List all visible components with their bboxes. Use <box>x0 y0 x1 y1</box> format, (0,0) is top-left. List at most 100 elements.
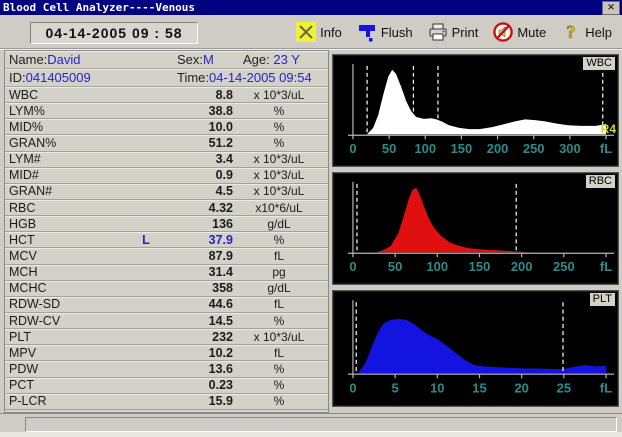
param-value: 0.9 <box>155 168 233 182</box>
table-row: MPV 10.2 fL <box>5 345 328 361</box>
table-row: RDW-SD 44.6 fL <box>5 297 328 313</box>
table-row: MID# 0.9 x 10*3/uL <box>5 168 328 184</box>
param-value: 3.4 <box>155 152 233 166</box>
info-label: Info <box>320 25 342 40</box>
svg-text:0: 0 <box>349 380 356 395</box>
table-row: RBC 4.32 x10*6/uL <box>5 200 328 216</box>
sex-value: M <box>203 52 214 67</box>
wbc-region-label: R4 <box>601 122 616 136</box>
param-label: HGB <box>9 217 137 231</box>
flush-label: Flush <box>381 25 413 40</box>
rbc-chart-label: RBC <box>585 174 616 189</box>
param-unit: x 10*3/uL <box>233 184 325 198</box>
svg-text:100: 100 <box>426 259 448 274</box>
param-unit: fL <box>233 346 325 360</box>
param-value: 15.9 <box>155 394 233 408</box>
svg-text:0: 0 <box>349 259 356 274</box>
param-unit: % <box>233 104 325 118</box>
table-row: RDW-CV 14.5 % <box>5 313 328 329</box>
rbc-plot: 050100150200250fL <box>333 173 618 284</box>
table-row: MCV 87.9 fL <box>5 248 328 264</box>
table-row: PLT 232 x 10*3/uL <box>5 329 328 345</box>
param-label: PCT <box>9 378 137 392</box>
param-label: MCV <box>9 249 137 263</box>
param-label: MPV <box>9 346 137 360</box>
param-value: 44.6 <box>155 297 233 311</box>
param-unit: % <box>233 378 325 392</box>
param-unit: x 10*3/uL <box>233 152 325 166</box>
svg-text:10: 10 <box>430 380 444 395</box>
name-field: Name:David <box>9 51 81 68</box>
svg-text:150: 150 <box>451 141 473 156</box>
param-value: 4.5 <box>155 184 233 198</box>
param-value: 10.2 <box>155 346 233 360</box>
table-row: MCHC 358 g/dL <box>5 281 328 297</box>
print-icon <box>428 22 448 42</box>
status-message-area <box>25 417 617 432</box>
param-value: 136 <box>155 217 233 231</box>
results-table: WBC 8.8 x 10*3/uL LYM% 38.8 % MID% 10.0 … <box>5 87 328 412</box>
param-value: 37.9 <box>155 233 233 247</box>
plt-histogram: PLT 0510152025fL <box>332 290 619 407</box>
flush-button[interactable]: Flush <box>357 22 413 42</box>
svg-text:200: 200 <box>487 141 509 156</box>
help-label: Help <box>585 25 612 40</box>
svg-text:25: 25 <box>557 380 571 395</box>
age-field: Age: 23 Y <box>243 51 300 68</box>
table-row: PCT 0.23 % <box>5 378 328 394</box>
param-label: MID% <box>9 120 137 134</box>
param-value: 358 <box>155 281 233 295</box>
print-label: Print <box>452 25 479 40</box>
param-label: HCT <box>9 233 137 247</box>
param-value: 14.5 <box>155 314 233 328</box>
param-unit: x 10*3/uL <box>233 330 325 344</box>
table-row: GRAN# 4.5 x 10*3/uL <box>5 184 328 200</box>
param-label: WBC <box>9 88 137 102</box>
param-unit: x 10*3/uL <box>233 168 325 182</box>
param-label: GRAN# <box>9 184 137 198</box>
toolbar-buttons: Info Flush Print <box>296 19 612 45</box>
table-row: LYM% 38.8 % <box>5 103 328 119</box>
mute-icon <box>493 22 513 42</box>
param-label: PDW <box>9 362 137 376</box>
param-label: MID# <box>9 168 137 182</box>
table-row: PDW 13.6 % <box>5 361 328 377</box>
close-icon[interactable]: ✕ <box>602 1 620 15</box>
toolbar: 04-14-2005 09 : 58 Info Flush <box>0 15 622 49</box>
flush-icon <box>357 22 377 42</box>
time-field: Time:04-14-2005 09:54 <box>177 69 312 86</box>
table-row: MCH 31.4 pg <box>5 265 328 281</box>
param-value: 87.9 <box>155 249 233 263</box>
datetime-display: 04-14-2005 09 : 58 <box>30 22 198 44</box>
param-value: 10.0 <box>155 120 233 134</box>
param-unit: pg <box>233 265 325 279</box>
param-value: 31.4 <box>155 265 233 279</box>
param-value: 0.23 <box>155 378 233 392</box>
param-unit: % <box>233 136 325 150</box>
print-button[interactable]: Print <box>428 22 479 42</box>
param-unit: % <box>233 362 325 376</box>
svg-text:250: 250 <box>523 141 545 156</box>
svg-text:300: 300 <box>559 141 581 156</box>
table-row: P-LCR 15.9 % <box>5 394 328 410</box>
window-title: Blood Cell Analyzer----Venous <box>3 1 195 14</box>
param-unit: g/dL <box>233 281 325 295</box>
help-button[interactable]: ? Help <box>561 22 612 42</box>
param-unit: x10*6/uL <box>233 201 325 215</box>
svg-text:0: 0 <box>349 141 356 156</box>
time-value: 04-14-2005 09:54 <box>209 70 312 85</box>
flag-value: L <box>137 233 155 247</box>
svg-text:20: 20 <box>514 380 528 395</box>
svg-text:15: 15 <box>472 380 486 395</box>
info-button[interactable]: Info <box>296 22 342 42</box>
window-bottom-edge <box>0 432 622 437</box>
rbc-histogram: RBC 050100150200250fL <box>332 172 619 285</box>
param-unit: % <box>233 120 325 134</box>
param-label: GRAN% <box>9 136 137 150</box>
id-value: 041405009 <box>26 70 91 85</box>
sex-field: Sex:M <box>177 51 214 68</box>
param-unit: % <box>233 233 325 247</box>
param-label: LYM% <box>9 104 137 118</box>
svg-text:?: ? <box>567 22 576 42</box>
mute-button[interactable]: Mute <box>493 22 546 42</box>
